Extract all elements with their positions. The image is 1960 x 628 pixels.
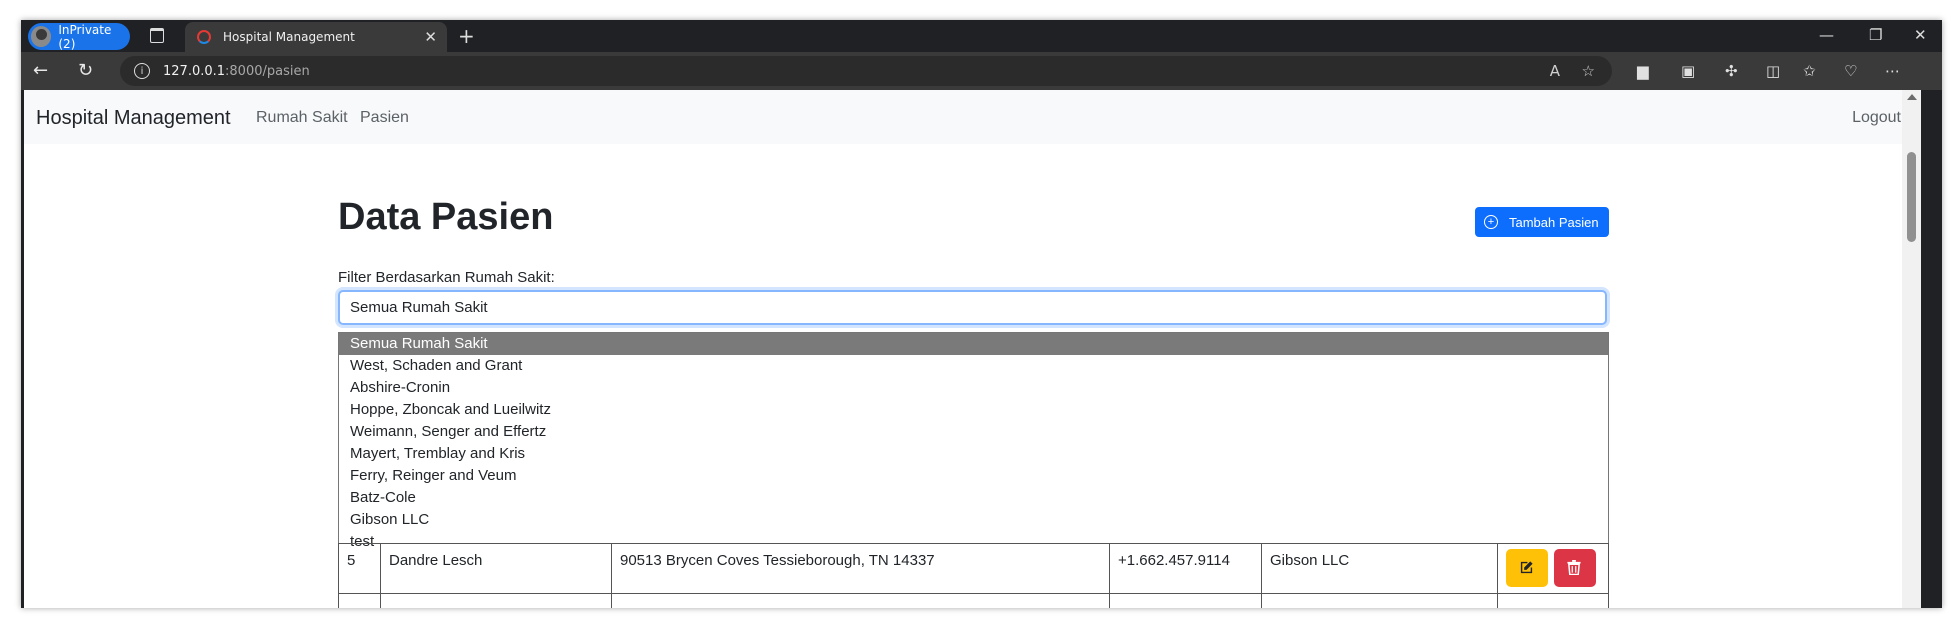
hospital-filter-select[interactable]: Semua Rumah Sakit: [338, 290, 1607, 325]
table-row: [338, 593, 1609, 608]
option-item[interactable]: Batz-Cole: [339, 487, 1608, 509]
scrollbar-thumb[interactable]: [1907, 152, 1916, 242]
edit-button[interactable]: [1506, 549, 1548, 587]
url-path: :8000/pasien: [225, 63, 310, 79]
browser-tab[interactable]: Hospital Management ✕: [185, 22, 447, 52]
minimize-icon[interactable]: —: [1819, 26, 1834, 44]
table-row: 5 Dandre Lesch 90513 Brycen Coves Tessie…: [338, 543, 1609, 594]
tab-actions-icon[interactable]: [148, 26, 166, 44]
close-window-icon[interactable]: ✕: [1914, 26, 1927, 44]
option-item[interactable]: Mayert, Tremblay and Kris: [339, 443, 1608, 465]
add-patient-label: Tambah Pasien: [1509, 214, 1599, 230]
more-menu-icon[interactable]: ⋯: [1885, 62, 1900, 80]
extension-icon[interactable]: ▆: [1637, 62, 1649, 80]
patient-table: 5 Dandre Lesch 90513 Brycen Coves Tessie…: [338, 543, 1609, 608]
extensions-puzzle-icon[interactable]: ✣: [1725, 62, 1738, 80]
tab-title: Hospital Management: [223, 30, 355, 44]
logout-link[interactable]: Logout: [1852, 109, 1901, 127]
cell-empty: [1261, 593, 1498, 608]
option-item[interactable]: West, Schaden and Grant: [339, 355, 1608, 377]
new-tab-icon[interactable]: +: [458, 24, 475, 48]
web-page: Hospital Management Rumah Sakit Pasien L…: [24, 90, 1921, 608]
option-item[interactable]: Abshire-Cronin: [339, 377, 1608, 399]
option-item[interactable]: Ferry, Reinger and Veum: [339, 465, 1608, 487]
option-item[interactable]: Hoppe, Zboncak and Lueilwitz: [339, 399, 1608, 421]
cell-name: Dandre Lesch: [380, 543, 612, 594]
edit-icon: [1520, 561, 1533, 574]
favorite-star-icon[interactable]: ☆: [1582, 62, 1595, 80]
browser-essentials-icon[interactable]: ♡: [1844, 62, 1857, 80]
address-toolbar: ← ↻ i 127.0.0.1 :8000/pasien A ☆ ▆ ▣ ✣ ◫…: [21, 52, 1942, 90]
cell-empty: [380, 593, 612, 608]
site-info-icon[interactable]: i: [134, 63, 150, 79]
cell-actions: [1497, 543, 1609, 594]
browser-window: InPrivate (2) Hospital Management ✕ + — …: [21, 20, 1942, 608]
nav-link-pasien[interactable]: Pasien: [360, 109, 409, 127]
restore-icon[interactable]: ❐: [1869, 26, 1882, 44]
profile-avatar: [31, 26, 52, 47]
page-title: Data Pasien: [338, 196, 554, 238]
cell-empty: [1109, 593, 1262, 608]
scroll-up-icon[interactable]: [1907, 94, 1917, 100]
split-screen-icon[interactable]: ◫: [1766, 62, 1780, 80]
favicon-icon: [197, 30, 211, 44]
cell-empty: [338, 593, 381, 608]
option-item[interactable]: Weimann, Senger and Effertz: [339, 421, 1608, 443]
cell-address: 90513 Brycen Coves Tessieborough, TN 143…: [611, 543, 1110, 594]
top-navbar: Hospital Management Rumah Sakit Pasien L…: [24, 90, 1921, 144]
url-host: 127.0.0.1: [163, 63, 226, 79]
cell-id: 5: [338, 543, 381, 594]
inprivate-label: InPrivate (2): [58, 22, 112, 51]
cell-empty: [611, 593, 1110, 608]
read-aloud-icon[interactable]: A: [1550, 62, 1560, 80]
address-bar[interactable]: i 127.0.0.1 :8000/pasien A ☆: [120, 56, 1612, 86]
add-patient-button[interactable]: + Tambah Pasien: [1475, 207, 1609, 237]
option-item[interactable]: Semua Rumah Sakit: [339, 333, 1608, 355]
tab-strip: InPrivate (2) Hospital Management ✕ + — …: [21, 20, 1942, 52]
nav-link-rumah-sakit[interactable]: Rumah Sakit: [256, 109, 348, 127]
hospital-filter-dropdown: Semua Rumah Sakit West, Schaden and Gran…: [338, 332, 1609, 550]
trash-icon: [1567, 560, 1581, 575]
refresh-icon[interactable]: ↻: [78, 60, 93, 81]
option-item[interactable]: Gibson LLC: [339, 509, 1608, 531]
extension-2-icon[interactable]: ▣: [1681, 62, 1695, 80]
favorites-icon[interactable]: ✩: [1803, 62, 1816, 80]
back-icon[interactable]: ←: [33, 60, 48, 81]
close-tab-icon[interactable]: ✕: [424, 28, 437, 46]
cell-empty: [1497, 593, 1609, 608]
delete-button[interactable]: [1554, 549, 1596, 587]
navbar-brand[interactable]: Hospital Management: [36, 107, 231, 130]
filter-label: Filter Berdasarkan Rumah Sakit:: [338, 269, 555, 286]
inprivate-badge[interactable]: InPrivate (2): [28, 22, 130, 51]
plus-circle-icon: +: [1484, 215, 1498, 229]
cell-phone: +1.662.457.9114: [1109, 543, 1262, 594]
cell-hospital: Gibson LLC: [1261, 543, 1498, 594]
page-scrollbar[interactable]: [1902, 90, 1921, 608]
